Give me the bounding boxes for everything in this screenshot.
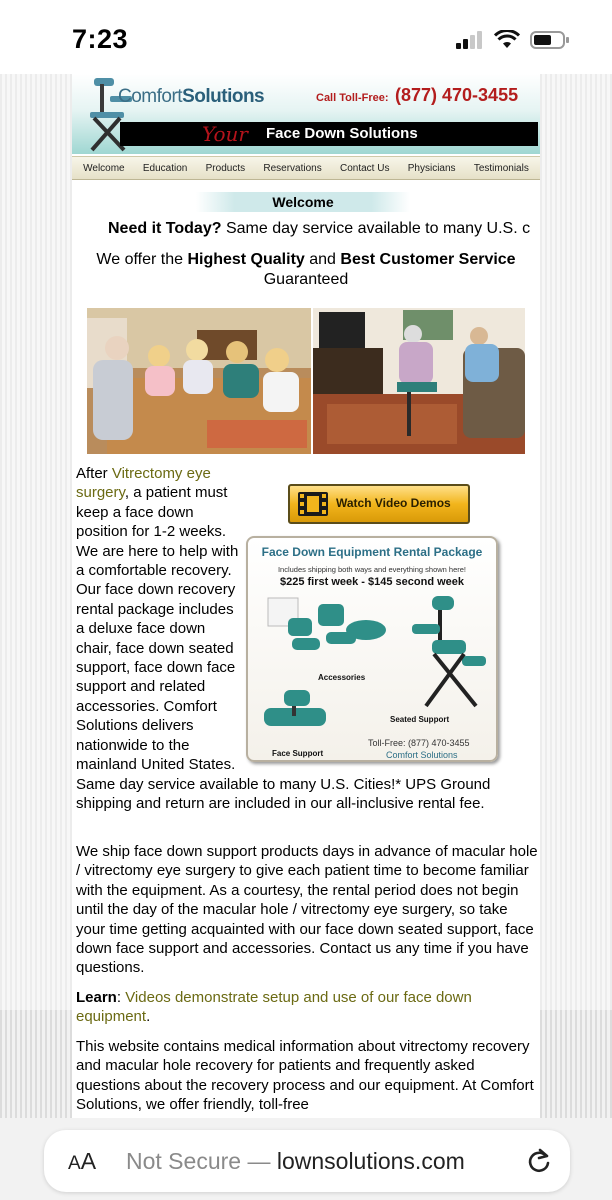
photo-strip: [87, 308, 525, 454]
address-bar[interactable]: AA Not Secure — lownsolutions.com: [44, 1130, 570, 1192]
video-button-label: Watch Video Demos: [336, 496, 451, 511]
phone-number[interactable]: (877) 470-3455: [395, 85, 518, 106]
url-text[interactable]: Not Secure — lownsolutions.com: [126, 1148, 465, 1175]
watch-video-demos-button[interactable]: Watch Video Demos: [288, 484, 470, 524]
promo-panel: Watch Video Demos Face Down Equipment Re…: [246, 464, 538, 764]
site-header: ComfortSolutions Call Toll-Free: (877) 4…: [72, 74, 540, 154]
seated-support-image: [412, 596, 486, 708]
site-logo-text[interactable]: ComfortSolutions: [118, 86, 265, 108]
nav-reservations[interactable]: Reservations: [263, 163, 321, 174]
accessories-image: [267, 597, 386, 650]
nav-education[interactable]: Education: [143, 163, 187, 174]
url-security-label: Not Secure —: [126, 1148, 277, 1174]
medical-info-paragraph: This website contains medical informatio…: [76, 1038, 534, 1114]
status-time: 7:23: [72, 24, 129, 54]
quality-bold-1: Highest Quality: [187, 251, 305, 268]
shipping-paragraph: We ship face down support products days …: [76, 843, 538, 977]
accessories-label: Accessories: [318, 673, 366, 682]
page-content: ComfortSolutions Call Toll-Free: (877) 4…: [72, 74, 540, 1118]
nav-products[interactable]: Products: [206, 163, 245, 174]
reload-icon[interactable]: [526, 1147, 552, 1175]
main-nav: Welcome Education Products Reservations …: [72, 156, 540, 180]
quality-post: Guaranteed: [263, 271, 349, 288]
aa-big: A: [80, 1148, 97, 1174]
face-support-image: [264, 690, 326, 726]
nav-testimonials[interactable]: Testimonials: [474, 163, 529, 174]
same-day-bold: Need it Today?: [108, 220, 222, 237]
signal-icon: [456, 31, 482, 49]
wifi-icon: [494, 30, 520, 48]
package-price: $225 first week - $145 second week: [279, 576, 465, 588]
quality-pre: We offer the: [96, 251, 188, 268]
reader-settings-button[interactable]: AA: [68, 1148, 96, 1175]
nav-welcome[interactable]: Welcome: [83, 163, 125, 174]
quality-mid: and: [304, 251, 341, 268]
welcome-heading: Welcome: [196, 192, 410, 212]
nav-contact-us[interactable]: Contact Us: [340, 163, 389, 174]
rental-package-card[interactable]: Face Down Equipment Rental Package Inclu…: [246, 536, 498, 762]
film-icon: [298, 492, 328, 516]
quality-bold-2: Best Customer Service: [340, 251, 516, 268]
learn-paragraph: Learn: Videos demonstrate setup and use …: [76, 989, 472, 1026]
tagline-script: Your: [202, 122, 248, 146]
family-game-photo: [87, 308, 311, 454]
status-bar: 7:23: [0, 0, 612, 74]
nav-physicians[interactable]: Physicians: [408, 163, 456, 174]
intro-paragraph: Watch Video Demos Face Down Equipment Re…: [76, 464, 538, 813]
url-domain: lownsolutions.com: [276, 1148, 465, 1174]
battery-icon: [530, 31, 569, 49]
intro-pre: After: [76, 465, 112, 482]
learn-videos-link[interactable]: Videos demonstrate setup and use of our …: [76, 989, 472, 1025]
seated-support-label: Seated Support: [390, 715, 450, 724]
logo-plain: Comfort: [118, 86, 183, 107]
aa-small: A: [68, 1153, 81, 1174]
logo-bold: Solutions: [182, 86, 265, 107]
status-icons: [456, 30, 570, 50]
seated-support-photo: [313, 308, 525, 454]
learn-label: Learn: [76, 989, 117, 1006]
browser-toolbar: AA Not Secure — lownsolutions.com: [0, 1118, 612, 1200]
same-day-text: Same day service available to many U.S. …: [225, 220, 531, 237]
quality-statement: We offer the Highest Quality and Best Cu…: [72, 250, 540, 290]
package-company: Comfort Solutions: [386, 750, 458, 760]
face-support-label: Face Support: [272, 749, 324, 758]
tagline-text: Face Down Solutions: [266, 125, 418, 142]
same-day-notice: Need it Today? Same day service availabl…: [108, 220, 530, 238]
call-label: Call Toll-Free:: [316, 92, 389, 104]
